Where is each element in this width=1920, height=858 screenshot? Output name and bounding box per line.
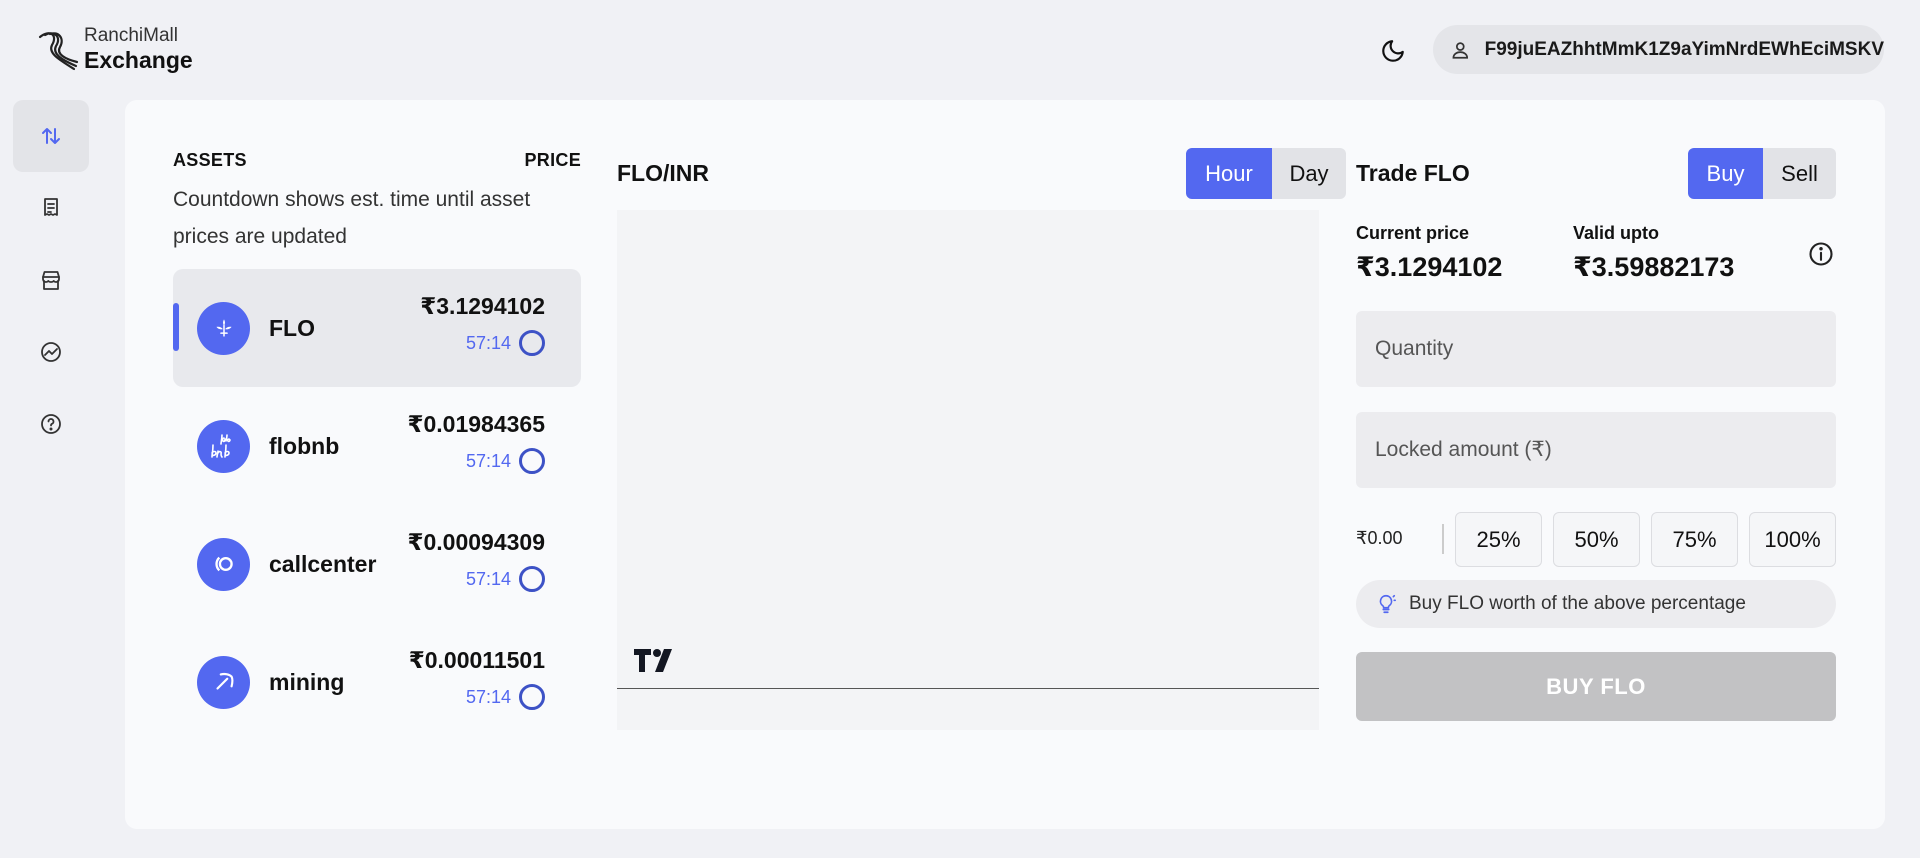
- asset-list: FLO ₹3.1294102 57:14 flobnb ₹0.01984365 …: [173, 269, 581, 741]
- price-header-label: PRICE: [524, 150, 581, 170]
- sidebar-item-help[interactable]: [13, 388, 89, 460]
- info-icon[interactable]: [1807, 240, 1835, 268]
- asset-name: FLO: [269, 314, 315, 341]
- percent-100-button[interactable]: 100%: [1749, 512, 1836, 567]
- assets-subtitle: Countdown shows est. time until asset pr…: [173, 188, 531, 248]
- asset-name: callcenter: [269, 550, 377, 577]
- asset-price: ₹0.00094309: [407, 529, 545, 555]
- user-account-button[interactable]: F99juEAZhhtMmK1Z9aYimNrdEWhEciMSKV: [1433, 25, 1884, 74]
- countdown-ring-icon: [519, 566, 545, 592]
- asset-countdown: 57:14: [420, 330, 545, 356]
- balance-divider: [1442, 524, 1444, 554]
- brand-product: Exchange: [84, 46, 193, 73]
- balance-text: ₹0.00: [1356, 528, 1403, 548]
- callcenter-icon: [197, 537, 250, 591]
- store-icon: [42, 271, 60, 290]
- percent-25-button[interactable]: 25%: [1455, 512, 1542, 567]
- sidebar-nav: [13, 100, 89, 460]
- pair-title: FLO/INR: [617, 160, 709, 186]
- valid-upto-value: ₹3.59882173: [1573, 252, 1735, 282]
- chart-icon: [41, 342, 61, 362]
- current-price-label: Current price: [1356, 223, 1470, 243]
- sidebar-item-market[interactable]: [13, 244, 89, 316]
- countdown-text: 57:14: [465, 450, 511, 471]
- ranchimall-logo-icon: [38, 32, 79, 71]
- arrows-up-down-icon: [42, 128, 60, 144]
- tradingview-logo-icon: [634, 649, 672, 672]
- countdown-text: 57:14: [465, 332, 511, 353]
- trade-title: Trade FLO: [1356, 160, 1470, 186]
- sidebar-item-portfolio[interactable]: [13, 316, 89, 388]
- quantity-input[interactable]: [1356, 311, 1836, 387]
- asset-price: ₹3.1294102: [420, 293, 545, 319]
- percent-75-button[interactable]: 75%: [1651, 512, 1738, 567]
- sidebar-item-trade[interactable]: [13, 100, 89, 172]
- pickaxe-icon: [197, 655, 250, 709]
- asset-item-callcenter[interactable]: callcenter ₹0.00094309 57:14: [173, 505, 581, 623]
- percentage-hint: Buy FLO worth of the above percentage: [1356, 580, 1836, 628]
- buy-flo-button[interactable]: BUY FLO: [1356, 652, 1836, 721]
- hint-text: Buy FLO worth of the above percentage: [1409, 593, 1746, 614]
- flobnb-icon: [197, 419, 250, 473]
- theme-toggle-button[interactable]: [1376, 34, 1410, 68]
- asset-countdown: 57:14: [407, 448, 545, 474]
- moon-icon: [1382, 40, 1404, 62]
- current-price-value: ₹3.1294102: [1356, 252, 1503, 282]
- flo-icon: [197, 301, 250, 355]
- range-toggle: Hour Day: [1186, 148, 1346, 199]
- buy-mode-button[interactable]: Buy: [1688, 148, 1763, 199]
- chart-baseline: [617, 688, 1319, 689]
- assets-panel: ASSETS PRICE Countdown shows est. time u…: [173, 150, 581, 741]
- user-icon: [1452, 41, 1469, 59]
- assets-header: ASSETS PRICE: [173, 150, 581, 171]
- question-icon: [41, 414, 61, 434]
- countdown-text: 57:14: [465, 568, 511, 589]
- percent-50-button[interactable]: 50%: [1553, 512, 1640, 567]
- asset-item-flo[interactable]: FLO ₹3.1294102 57:14: [173, 269, 581, 387]
- locked-amount-input[interactable]: [1356, 412, 1836, 488]
- valid-upto-label: Valid upto: [1573, 223, 1660, 243]
- countdown-text: 57:14: [465, 686, 511, 707]
- countdown-ring-icon: [519, 448, 545, 474]
- price-chart[interactable]: [617, 210, 1319, 730]
- receipt-icon: [44, 198, 58, 216]
- user-address: F99juEAZhhtMmK1Z9aYimNrdEWhEciMSKV: [1484, 38, 1884, 60]
- asset-countdown: 57:14: [409, 684, 545, 710]
- lightbulb-icon: [1379, 594, 1396, 614]
- brand-name: RanchiMall: [84, 24, 178, 46]
- range-day-button[interactable]: Day: [1272, 148, 1346, 199]
- main-card: ASSETS PRICE Countdown shows est. time u…: [125, 100, 1885, 829]
- asset-countdown: 57:14: [407, 566, 545, 592]
- countdown-ring-icon: [519, 684, 545, 710]
- countdown-ring-icon: [519, 330, 545, 356]
- sell-mode-button[interactable]: Sell: [1763, 148, 1836, 199]
- asset-item-mining[interactable]: mining ₹0.00011501 57:14: [173, 623, 581, 741]
- asset-name: flobnb: [269, 432, 340, 459]
- range-hour-button[interactable]: Hour: [1186, 148, 1272, 199]
- asset-price: ₹0.01984365: [407, 411, 545, 437]
- brand[interactable]: RanchiMall Exchange: [36, 22, 193, 76]
- asset-price: ₹0.00011501: [408, 647, 545, 673]
- asset-item-flobnb[interactable]: flobnb ₹0.01984365 57:14: [173, 387, 581, 505]
- asset-name: mining: [269, 668, 345, 695]
- trade-mode-toggle: Buy Sell: [1688, 148, 1836, 199]
- assets-header-label: ASSETS: [173, 150, 247, 170]
- sidebar-item-orders[interactable]: [13, 172, 89, 244]
